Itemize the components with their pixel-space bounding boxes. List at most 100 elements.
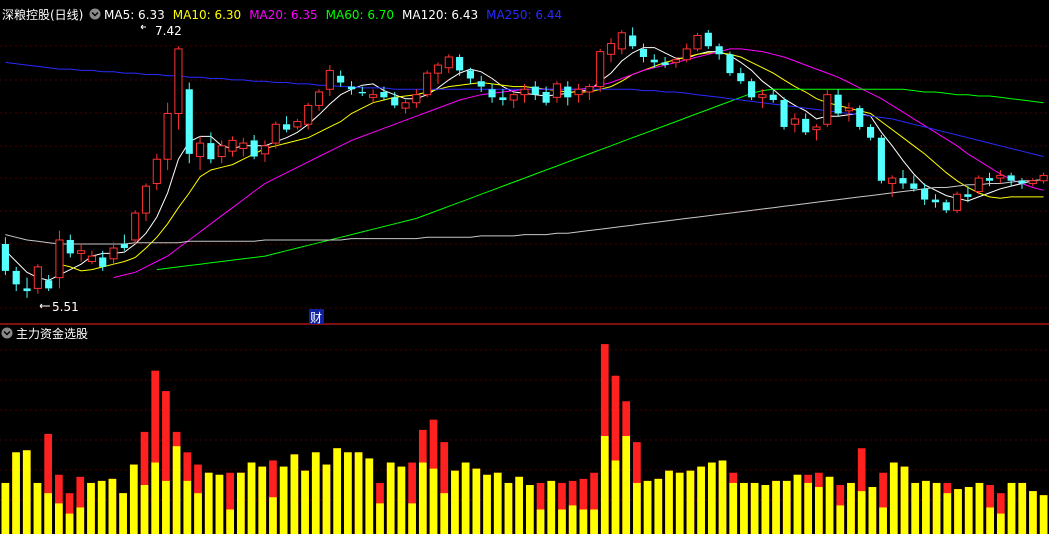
indicator-bar-yellow xyxy=(568,505,577,534)
candle xyxy=(899,170,907,189)
indicator-bar-yellow xyxy=(397,466,406,534)
indicator-bar-yellow xyxy=(986,507,994,534)
indicator-menu-icon[interactable] xyxy=(1,327,13,339)
candle xyxy=(412,89,421,109)
indicator-bar-yellow xyxy=(900,466,909,534)
candle xyxy=(682,43,691,63)
indicator-bar-yellow xyxy=(1029,491,1037,534)
candle xyxy=(141,183,151,222)
ma-legend-item: MA5: 6.33 xyxy=(104,8,165,22)
indicator-bar-yellow xyxy=(590,509,598,534)
high-price-label: 7.42 xyxy=(155,24,182,38)
finance-report-label: 财 xyxy=(310,311,322,325)
candle xyxy=(726,51,734,76)
ma5-line xyxy=(5,47,1044,281)
candle xyxy=(87,250,96,265)
indicator-bar-yellow xyxy=(547,480,556,534)
stock-chart[interactable]: 深粮控股(日线) MA5: 6.33 MA10: 6.30 MA20: 6.35 MA… xyxy=(0,0,1049,534)
indicator-bar-yellow xyxy=(815,487,823,534)
candle xyxy=(942,199,950,214)
indicator-bar-yellow xyxy=(33,482,42,534)
indicator-bar-yellow xyxy=(879,507,887,534)
indicator-bar-yellow xyxy=(804,482,813,534)
indicator-bar-yellow xyxy=(279,466,288,534)
high-price-marker: 7.42 xyxy=(140,24,182,38)
candle xyxy=(12,266,20,292)
candle xyxy=(271,121,280,149)
indicator-bar-yellow xyxy=(782,480,791,534)
candle xyxy=(207,132,215,164)
candle xyxy=(66,234,74,258)
indicator-bar-yellow xyxy=(151,462,160,534)
indicator-bar-yellow xyxy=(162,480,170,534)
circle-chevron-down-icon[interactable] xyxy=(89,8,101,20)
candle xyxy=(812,124,821,141)
indicator-bar-yellow xyxy=(558,509,566,534)
indicator-bar-yellow xyxy=(451,470,459,534)
candle xyxy=(33,264,42,294)
indicator-bar-yellow xyxy=(536,509,545,534)
indicator-bar-yellow xyxy=(718,460,727,534)
indicator-bar-yellow xyxy=(354,452,363,534)
candle xyxy=(574,83,583,103)
indicator-bar-yellow xyxy=(226,509,234,534)
candle xyxy=(109,242,118,265)
indicator-title: 主力资金选股 xyxy=(16,326,88,341)
indicator-bar-yellow xyxy=(461,462,470,534)
candle xyxy=(337,70,345,87)
indicator-bar-yellow xyxy=(675,472,684,534)
indicator-bar-yellow xyxy=(1039,495,1048,534)
indicator-bar-yellow xyxy=(365,458,374,534)
indicator-bar-yellow xyxy=(643,480,652,534)
indicator-bar-yellow xyxy=(55,503,63,534)
candle xyxy=(55,230,64,289)
candle xyxy=(748,78,756,101)
candle xyxy=(780,97,788,130)
ma-legend: MA5: 6.33 MA10: 6.30 MA20: 6.35 MA60: 6.70 M… xyxy=(104,8,562,22)
candle xyxy=(1028,178,1037,187)
indicator-bar-yellow xyxy=(633,482,641,534)
candle xyxy=(585,83,594,101)
indicator-bar-yellow xyxy=(87,482,95,534)
candle xyxy=(1007,172,1015,187)
candle xyxy=(877,135,885,184)
indicator-bar-yellow xyxy=(408,503,416,534)
candle xyxy=(228,136,237,157)
indicator-bar-yellow xyxy=(472,468,481,534)
indicator-bar-yellow xyxy=(376,503,384,534)
indicator-bar-yellow xyxy=(493,472,502,534)
indicator-bar-yellow xyxy=(204,472,213,534)
candle xyxy=(185,82,193,164)
indicator-bar-yellow xyxy=(236,472,245,534)
indicator-bar-yellow xyxy=(311,452,320,534)
indicator-bar-yellow xyxy=(215,474,224,534)
ma20-line xyxy=(113,48,1044,279)
indicator-bar-yellow xyxy=(322,464,331,534)
indicator-bar-yellow xyxy=(333,448,342,534)
indicator-bar-yellow xyxy=(868,487,877,534)
ma-legend-item: MA10: 6.30 xyxy=(173,8,241,22)
indicator-bars xyxy=(1,344,1048,534)
indicator-bar-yellow xyxy=(440,493,449,534)
candle xyxy=(250,135,258,160)
finance-report-marker[interactable]: 财 xyxy=(309,309,324,325)
candle xyxy=(509,91,518,109)
candle xyxy=(758,89,767,109)
moving-average-lines xyxy=(5,47,1044,281)
candlestick-series xyxy=(1,27,1048,298)
indicator-bar-yellow xyxy=(258,466,267,534)
indicator-bar-yellow xyxy=(97,480,106,534)
ma-legend-item: MA20: 6.35 xyxy=(249,8,317,22)
candle xyxy=(120,234,128,251)
indicator-bar-yellow xyxy=(301,470,309,534)
indicator-bar-yellow xyxy=(686,470,695,534)
indicator-bar-yellow xyxy=(76,507,85,534)
indicator-bar-yellow xyxy=(344,452,352,534)
indicator-bar-yellow xyxy=(793,474,802,534)
indicator-bar-yellow xyxy=(911,482,920,534)
candle xyxy=(1018,178,1026,189)
indicator-bar-yellow xyxy=(108,478,117,534)
candle xyxy=(834,89,842,117)
candle xyxy=(391,91,399,109)
indicator-bar-yellow xyxy=(996,513,1005,534)
